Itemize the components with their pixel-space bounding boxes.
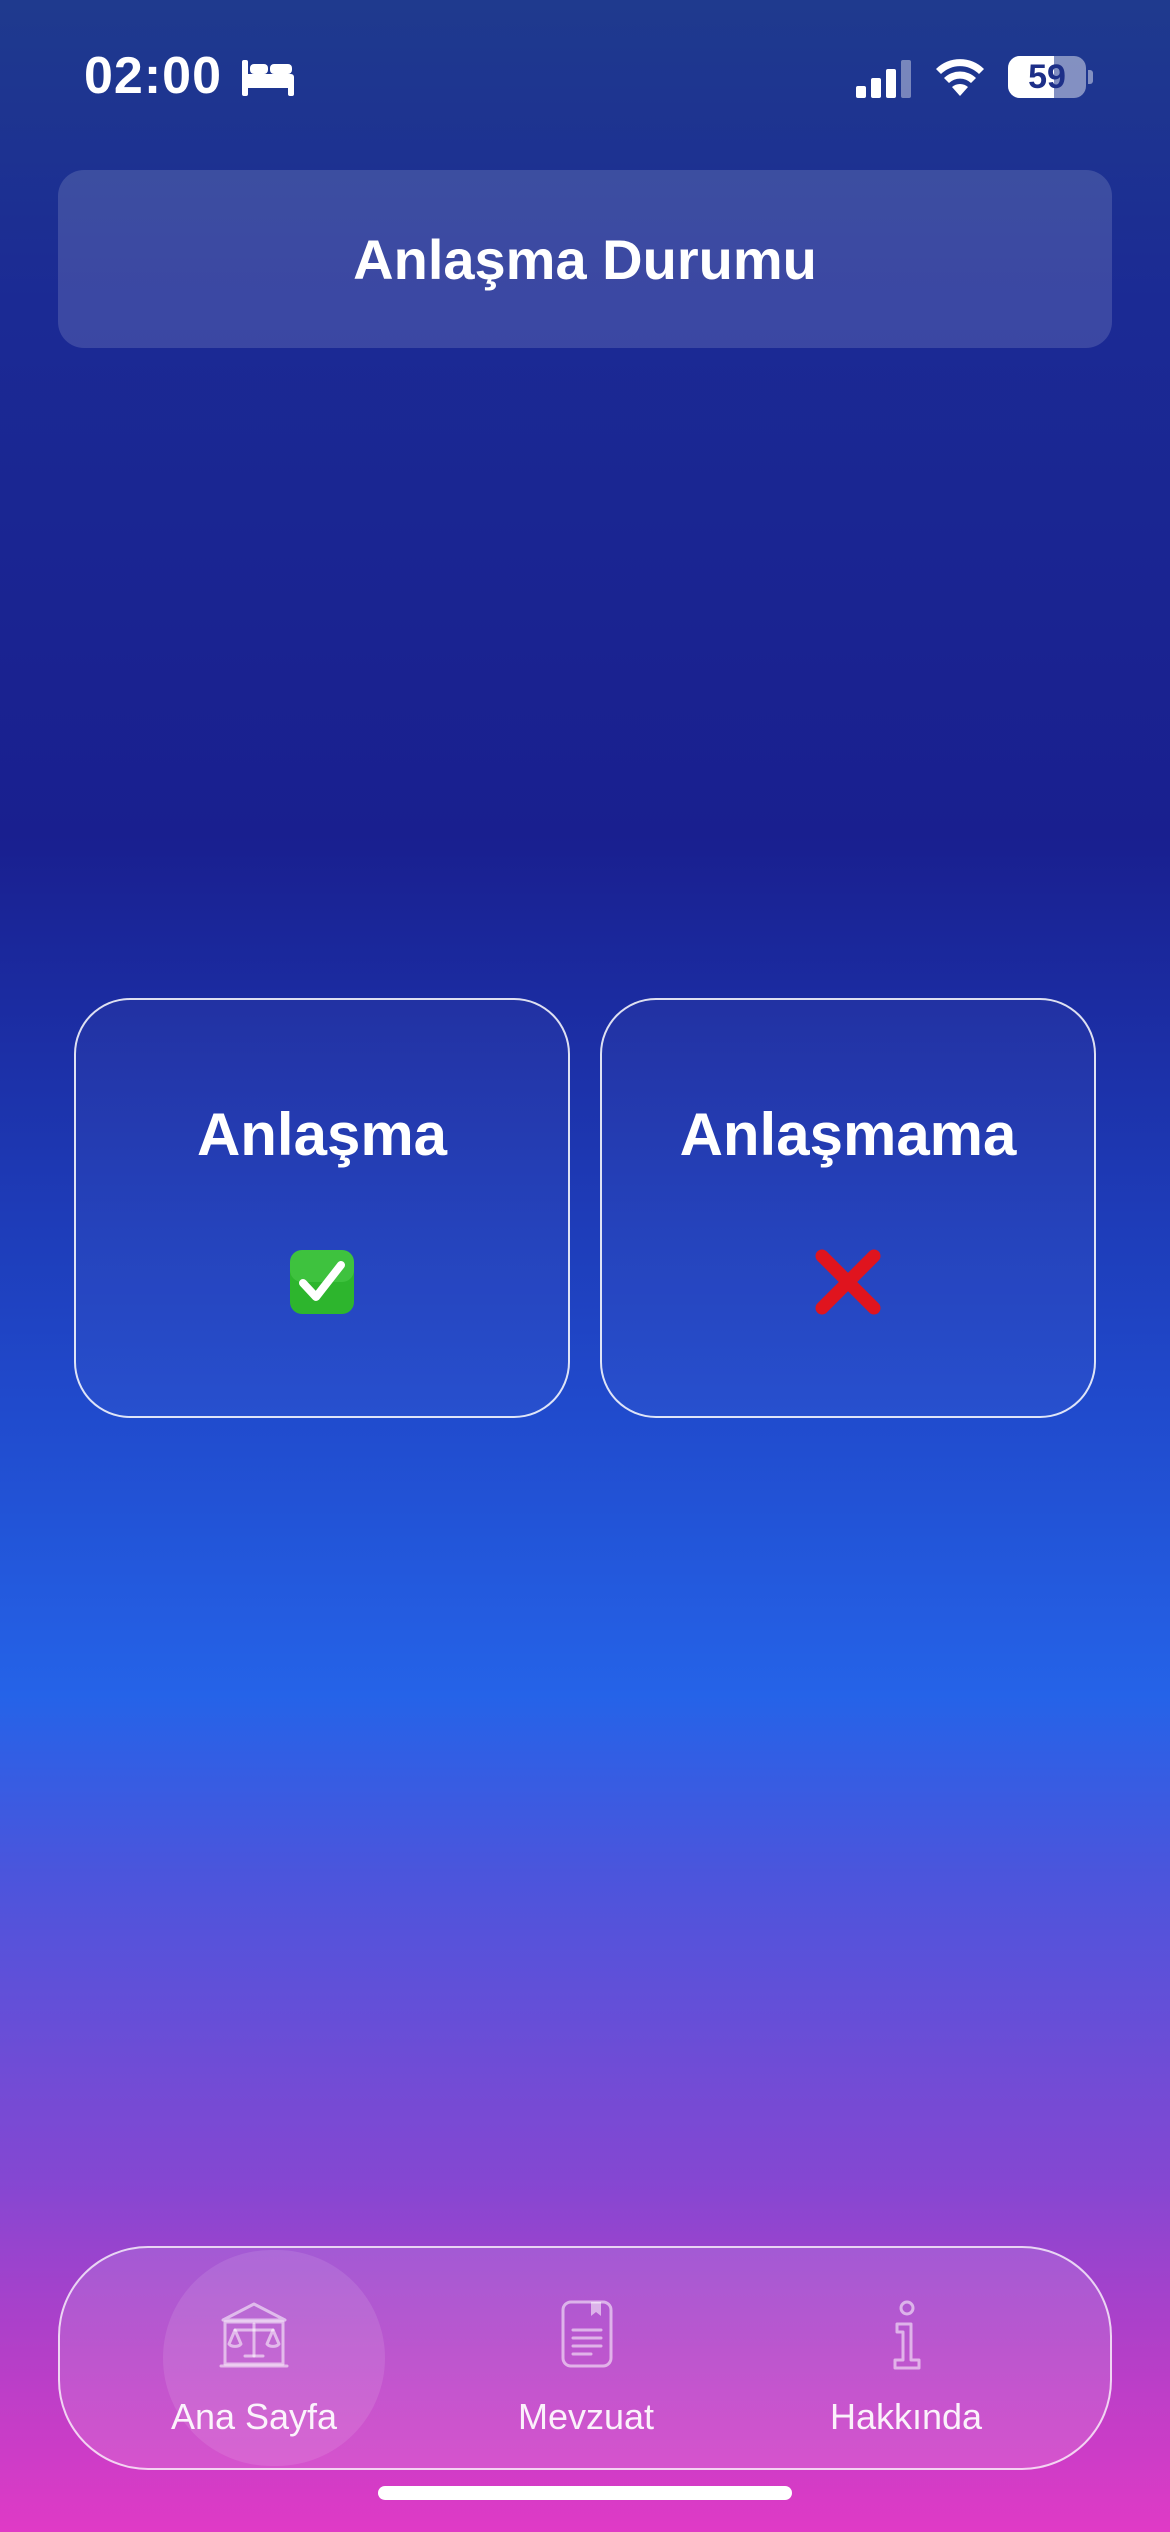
header-card: Anlaşma Durumu	[58, 170, 1112, 348]
signal-icon	[856, 60, 911, 98]
tab-home[interactable]: Ana Sayfa	[124, 2248, 385, 2468]
status-time: 02:00	[84, 47, 222, 105]
home-indicator[interactable]	[378, 2486, 792, 2500]
tab-legislation-label: Mevzuat	[517, 2396, 655, 2437]
tab-home-label: Ana Sayfa	[170, 2396, 338, 2437]
battery-level: 59	[1028, 58, 1066, 96]
cross-mark-icon	[815, 1249, 881, 1315]
status-bar: 02:00 59	[0, 0, 1170, 150]
scales-building-icon	[219, 2302, 289, 2368]
page-title: Anlaşma Durumu	[353, 227, 817, 291]
disagreement-option-button[interactable]: Anlaşmama	[600, 998, 1096, 1418]
tab-about[interactable]: Hakkında	[776, 2248, 1036, 2468]
bed-icon	[242, 60, 294, 96]
wifi-icon	[936, 59, 984, 96]
tab-bar: Ana Sayfa Mevzuat Hakkında	[58, 2246, 1112, 2470]
disagreement-option-label: Anlaşmama	[679, 1101, 1017, 1168]
check-mark-icon	[290, 1250, 354, 1314]
tab-about-label: Hakkında	[829, 2396, 983, 2437]
agreement-option-button[interactable]: Anlaşma	[74, 998, 570, 1418]
tab-legislation[interactable]: Mevzuat	[456, 2248, 716, 2468]
battery-icon: 59	[1008, 56, 1093, 98]
document-icon	[561, 2300, 613, 2368]
agreement-option-label: Anlaşma	[196, 1101, 448, 1168]
info-icon	[893, 2300, 921, 2370]
